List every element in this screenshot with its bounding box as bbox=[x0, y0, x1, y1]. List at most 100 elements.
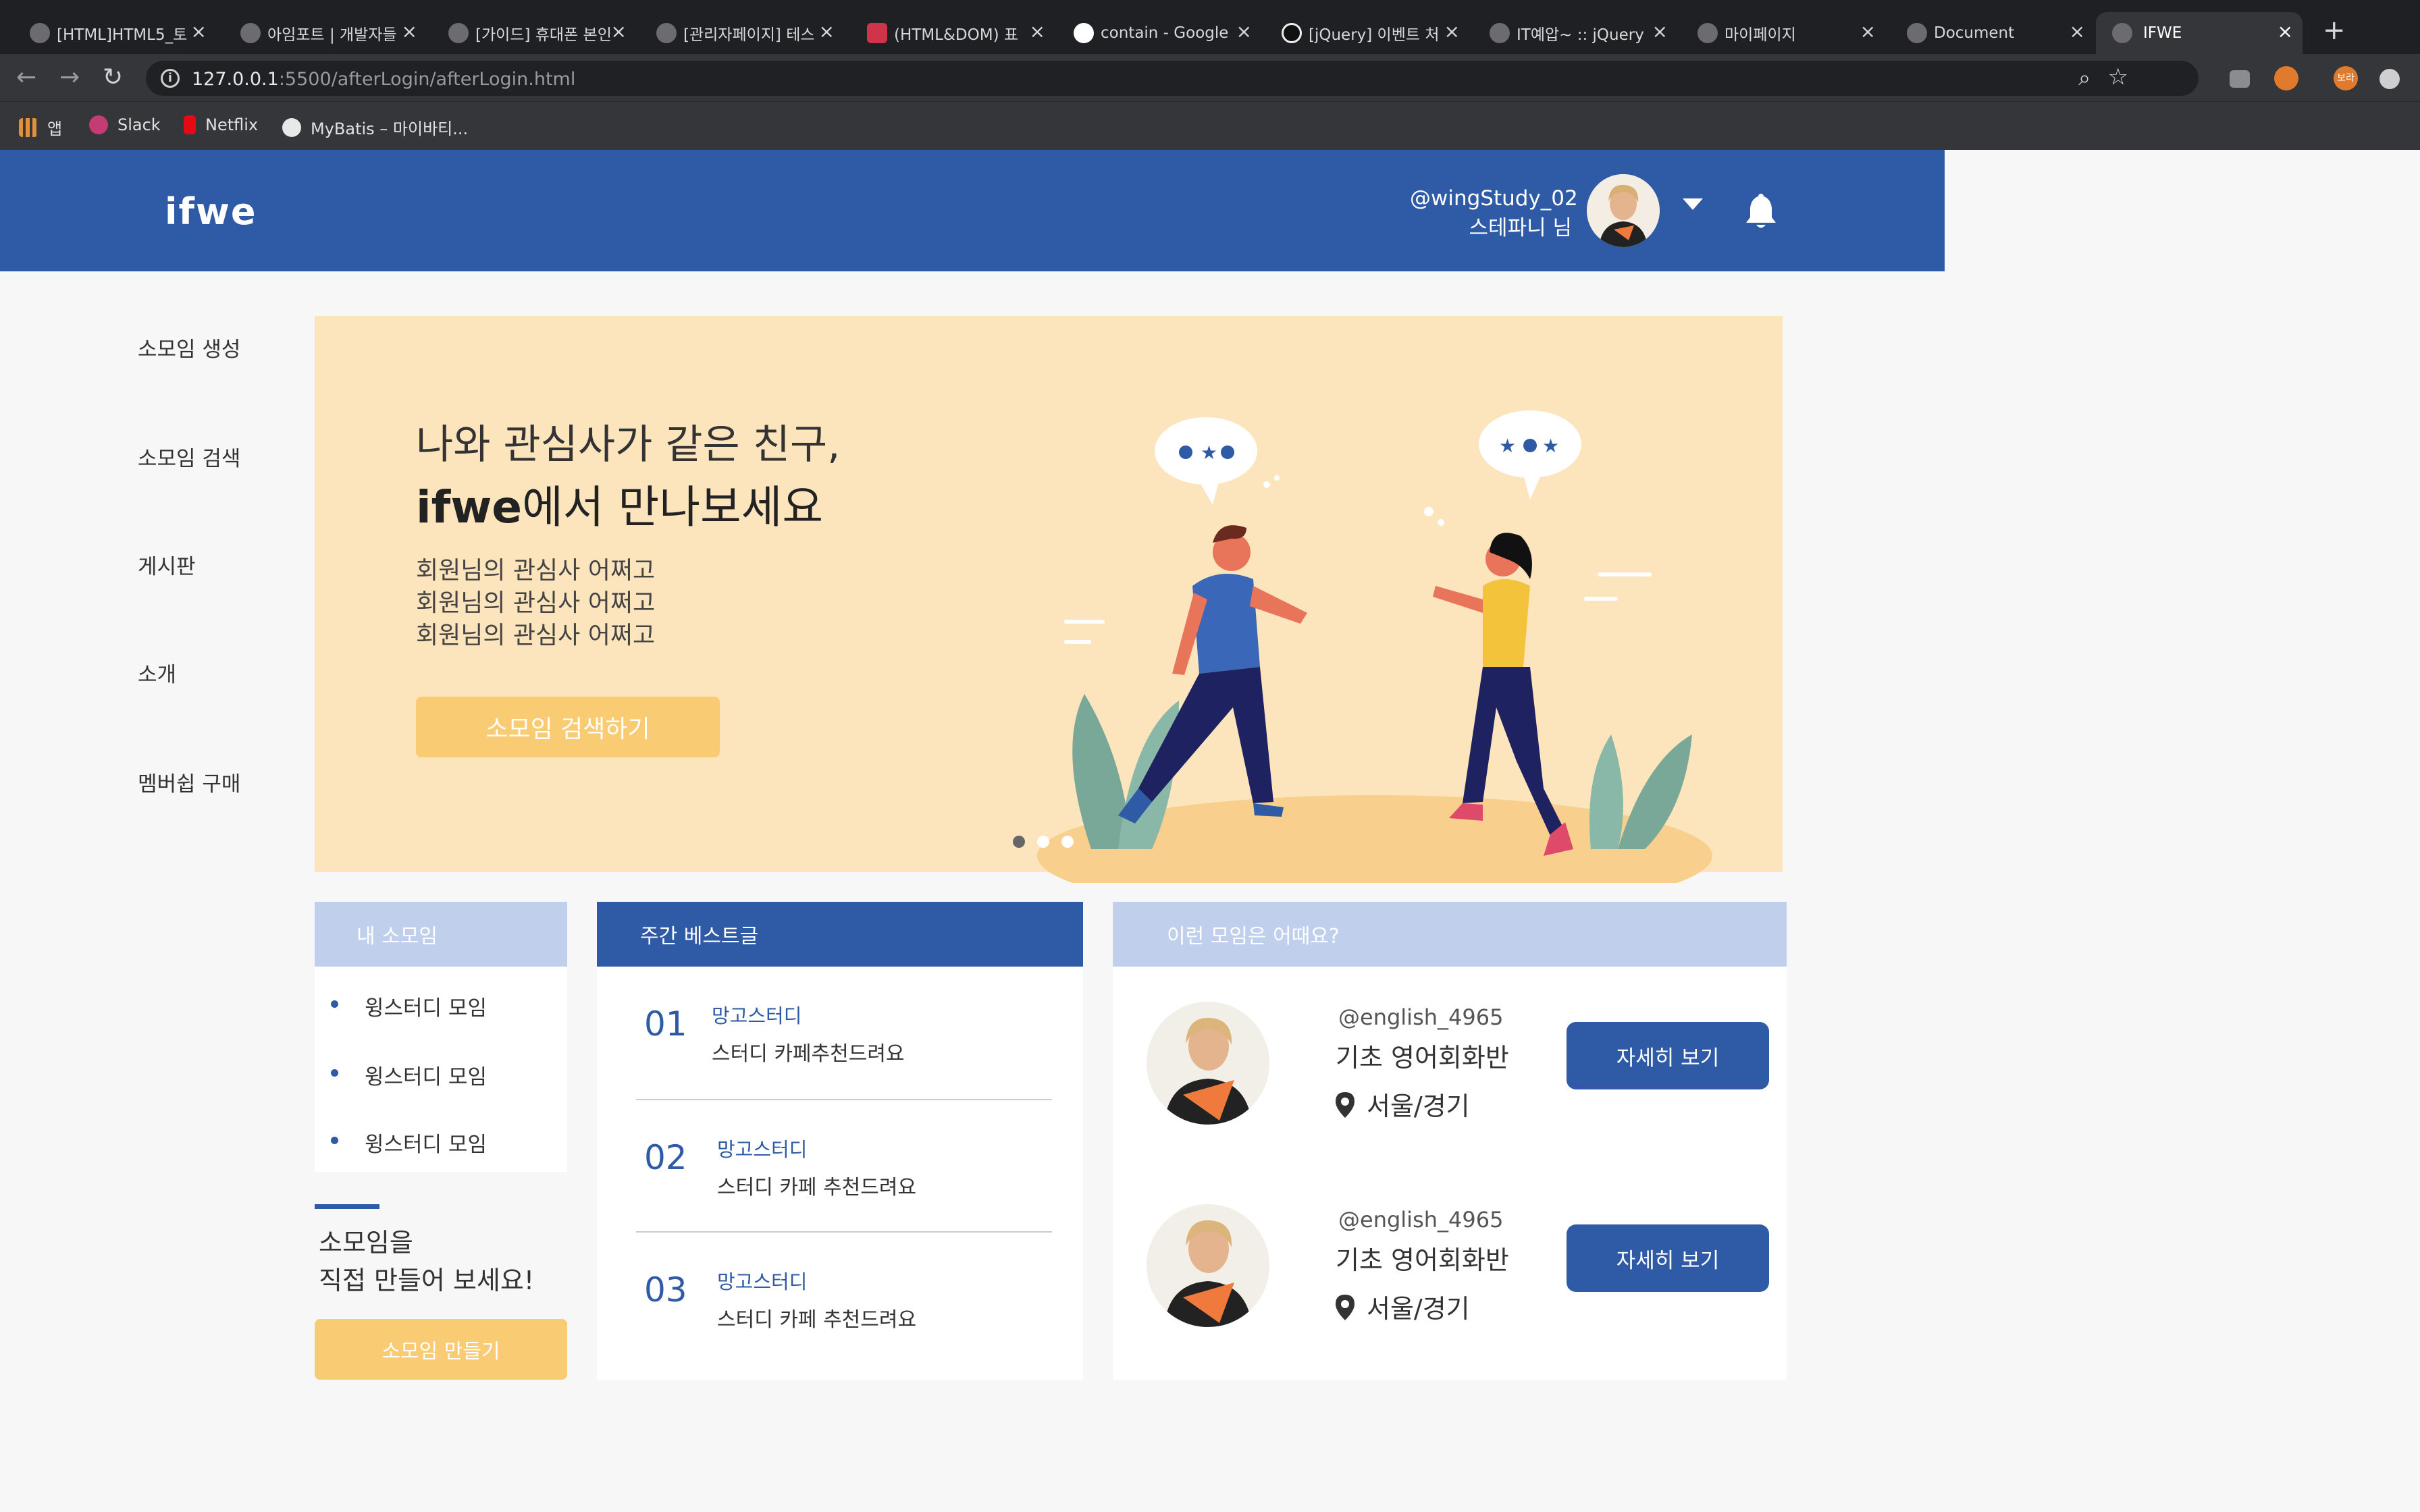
hero-description: 회원님의 관심사 어쩌고 bbox=[416, 622, 656, 649]
group-owner: @english_4965 bbox=[1338, 1004, 1504, 1030]
divider bbox=[636, 1099, 1052, 1100]
recommend-title: 이런 모임은 어때요? bbox=[1167, 925, 1340, 948]
browser-tab-active[interactable]: IFWE × bbox=[2096, 12, 2303, 54]
browser-tab[interactable]: contain - Google × bbox=[1074, 12, 1252, 54]
post-category[interactable]: 망고스터디 bbox=[712, 1000, 801, 1029]
menu-icon[interactable] bbox=[2379, 69, 2400, 89]
detail-button[interactable]: 자세히 보기 bbox=[1567, 1224, 1769, 1292]
tab-title: IT예압~ :: jQuery bbox=[1517, 26, 1644, 44]
tab-title: [가이드] 휴대폰 본인 bbox=[475, 26, 610, 44]
post-title[interactable]: 스터디 카페 추천드려요 bbox=[717, 1303, 916, 1332]
tab-title: IFWE bbox=[2143, 24, 2182, 42]
svg-text:★: ★ bbox=[1201, 441, 1217, 464]
close-icon[interactable]: × bbox=[402, 20, 417, 43]
address-bar[interactable]: i 127.0.0.1:5500/afterLogin/afterLogin.h… bbox=[146, 61, 2199, 96]
sidebar-item-about[interactable]: 소개 bbox=[138, 657, 176, 688]
browser-tab[interactable]: IT예압~ :: jQuery × bbox=[1490, 12, 1668, 54]
carousel-dot[interactable] bbox=[1061, 836, 1074, 848]
camera-extension-icon[interactable] bbox=[2230, 70, 2250, 88]
tab-favicon-icon bbox=[448, 23, 469, 43]
carousel-dot-active[interactable] bbox=[1013, 836, 1025, 848]
tab-title: [jQuery] 이벤트 처 bbox=[1309, 26, 1440, 44]
bell-icon[interactable] bbox=[1743, 193, 1779, 234]
post-rank: 01 bbox=[644, 1004, 687, 1044]
close-icon[interactable]: × bbox=[2070, 20, 2085, 43]
netflix-icon bbox=[184, 115, 196, 134]
reload-icon[interactable]: ↻ bbox=[103, 63, 123, 91]
close-icon[interactable]: × bbox=[1860, 20, 1876, 43]
profile-avatar[interactable]: 보라 bbox=[2334, 66, 2358, 90]
close-icon[interactable]: × bbox=[1030, 20, 1045, 43]
search-group-button[interactable]: 소모임 검색하기 bbox=[416, 697, 720, 757]
hero-description: 회원님의 관심사 어쩌고 bbox=[416, 589, 656, 617]
close-icon[interactable]: × bbox=[1444, 20, 1460, 43]
browser-tab[interactable]: 마이페이지 × bbox=[1698, 12, 1876, 54]
hero-illustration: ★ ★ ★ bbox=[1037, 410, 1712, 883]
browser-tab[interactable]: (HTML&DOM) 표 × bbox=[867, 12, 1045, 54]
browser-tab[interactable]: [관리자페이지] 테스 × bbox=[656, 12, 835, 54]
bullet-icon bbox=[331, 1000, 338, 1008]
tab-favicon-icon bbox=[240, 23, 261, 43]
weekly-best-title: 주간 베스트글 bbox=[640, 925, 759, 948]
site-logo[interactable]: ifwe bbox=[165, 190, 257, 233]
browser-tab[interactable]: [HTML]HTML5_토 × bbox=[30, 12, 207, 54]
forward-icon[interactable]: → bbox=[59, 63, 80, 91]
browser-toolbar: ← → ↻ i 127.0.0.1:5500/afterLogin/afterL… bbox=[0, 54, 2420, 101]
tab-title: (HTML&DOM) 표 bbox=[894, 26, 1019, 44]
hero-banner: 나와 관심사가 같은 친구, ifwe에서 만나보세요 회원님의 관심사 어쩌고… bbox=[315, 316, 1783, 883]
group-location: 서울/경기 bbox=[1336, 1085, 1470, 1123]
dropdown-caret-icon[interactable] bbox=[1683, 198, 1703, 210]
post-rank: 02 bbox=[644, 1138, 687, 1177]
browser-tab[interactable]: [가이드] 휴대폰 본인 × bbox=[448, 12, 627, 54]
bookmark-netflix[interactable]: Netflix bbox=[184, 115, 258, 134]
group-location: 서울/경기 bbox=[1336, 1288, 1470, 1325]
tab-favicon-icon bbox=[1907, 23, 1927, 43]
google-icon bbox=[1074, 23, 1094, 43]
hero-headline-2: ifwe에서 만나보세요 bbox=[416, 481, 824, 533]
close-icon[interactable]: × bbox=[1236, 20, 1252, 43]
browser-tab[interactable]: Document × bbox=[1907, 12, 2085, 54]
back-icon[interactable]: ← bbox=[16, 63, 36, 91]
avatar[interactable] bbox=[1147, 1002, 1269, 1125]
close-icon[interactable]: × bbox=[819, 20, 835, 43]
carousel-dot[interactable] bbox=[1037, 836, 1049, 848]
post-title[interactable]: 스터디 카페추천드려요 bbox=[712, 1037, 905, 1066]
post-category[interactable]: 망고스터디 bbox=[717, 1266, 807, 1295]
group-title: 기초 영어회화반 bbox=[1336, 1043, 1509, 1073]
browser-tab[interactable]: 아임포트 | 개발자들 × bbox=[240, 12, 417, 54]
hero-description: 회원님의 관심사 어쩌고 bbox=[416, 557, 656, 585]
bookmark-mybatis[interactable]: MyBatis – 마이바티... bbox=[282, 115, 468, 139]
post-title[interactable]: 스터디 카페 추천드려요 bbox=[717, 1170, 916, 1200]
group-title: 기초 영어회화반 bbox=[1336, 1245, 1509, 1275]
svg-text:★: ★ bbox=[1499, 435, 1516, 457]
close-icon[interactable]: × bbox=[191, 20, 207, 43]
avatar[interactable] bbox=[1587, 174, 1660, 247]
bookmark-apps[interactable]: 앱 bbox=[19, 115, 62, 139]
create-group-button[interactable]: 소모임 만들기 bbox=[315, 1319, 567, 1380]
detail-button[interactable]: 자세히 보기 bbox=[1567, 1022, 1769, 1089]
bookmark-star-icon[interactable]: ☆ bbox=[2108, 63, 2128, 90]
sidebar-item-board[interactable]: 게시판 bbox=[138, 549, 196, 580]
sidebar-item-search[interactable]: 소모임 검색 bbox=[138, 441, 240, 472]
close-icon[interactable]: × bbox=[2278, 20, 2293, 43]
user-name: 스테파니 님 bbox=[1469, 216, 1572, 240]
post-category[interactable]: 망고스터디 bbox=[717, 1134, 807, 1162]
browser-tab-bar: [HTML]HTML5_토 × 아임포트 | 개발자들 × [가이드] 휴대폰 … bbox=[0, 0, 2420, 54]
bookmark-slack[interactable]: Slack bbox=[89, 115, 161, 134]
site-header: ifwe @wingStudy_02 스테파니 님 bbox=[0, 150, 1945, 271]
tab-title: 마이페이지 bbox=[1725, 26, 1796, 44]
new-tab-icon[interactable]: + bbox=[2323, 15, 2346, 46]
tab-favicon-icon bbox=[656, 23, 677, 43]
zoom-icon[interactable]: ⌕ bbox=[2078, 65, 2090, 91]
rss-extension-icon[interactable] bbox=[2274, 66, 2298, 90]
sidebar-item-membership[interactable]: 멤버쉽 구매 bbox=[138, 767, 240, 797]
weekly-best-header: 주간 베스트글 bbox=[597, 902, 1083, 967]
browser-tab[interactable]: [jQuery] 이벤트 처 × bbox=[1282, 12, 1460, 54]
info-icon[interactable]: i bbox=[161, 69, 180, 88]
sidebar-item-create[interactable]: 소모임 생성 bbox=[138, 332, 240, 362]
close-icon[interactable]: × bbox=[611, 20, 627, 43]
location-pin-icon bbox=[1336, 1295, 1354, 1320]
create-prompt-line1: 소모임을 bbox=[319, 1228, 413, 1258]
close-icon[interactable]: × bbox=[1652, 20, 1668, 43]
avatar[interactable] bbox=[1147, 1204, 1269, 1327]
